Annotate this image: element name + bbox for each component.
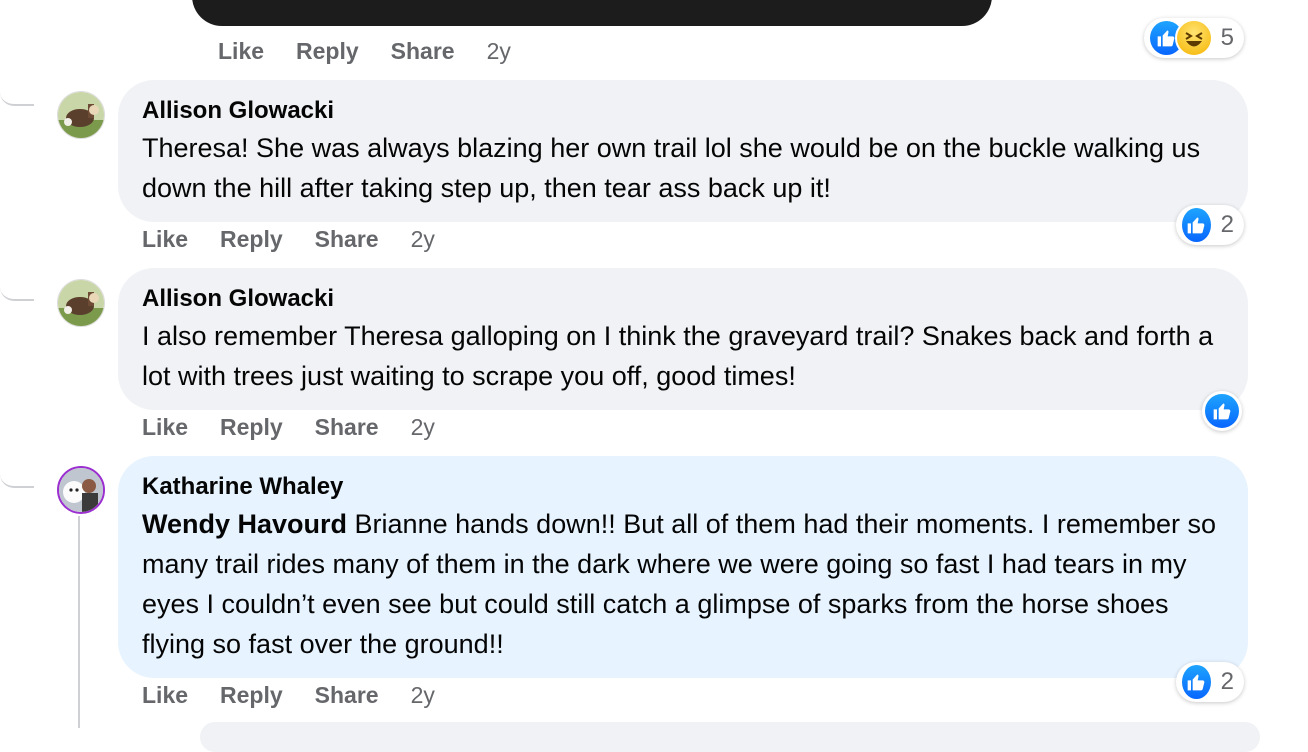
comment-action-row: Like Reply Share 2y: [142, 226, 435, 253]
thread-connector: [0, 285, 34, 301]
comment-body: Wendy Havourd Brianne hands down!! But a…: [142, 504, 1224, 664]
avatar[interactable]: [57, 466, 105, 514]
like-button[interactable]: Like: [142, 414, 188, 441]
thread-connector: [0, 90, 34, 106]
comment-text: Theresa! She was always blazing her own …: [142, 133, 1201, 203]
post-action-row: Like Reply Share 2y: [218, 38, 511, 65]
reaction-summary[interactable]: 2: [1176, 662, 1244, 702]
comment-bubble: Allison Glowacki I also remember Theresa…: [118, 268, 1248, 410]
haha-reaction-icon: [1174, 19, 1213, 57]
reaction-summary[interactable]: [1202, 391, 1242, 431]
reaction-count: 2: [1220, 668, 1234, 695]
share-button[interactable]: Share: [315, 682, 379, 709]
comment-author[interactable]: Allison Glowacki: [142, 284, 1224, 314]
reaction-count: 2: [1220, 211, 1234, 238]
reaction-count: 5: [1220, 24, 1234, 51]
timestamp[interactable]: 2y: [487, 38, 511, 65]
like-reaction-icon: [1180, 663, 1213, 701]
mention-link[interactable]: Wendy Havourd: [142, 509, 347, 539]
share-button[interactable]: Share: [315, 226, 379, 253]
reply-button[interactable]: Reply: [220, 682, 283, 709]
reaction-summary[interactable]: 5: [1144, 18, 1244, 58]
avatar[interactable]: [57, 279, 105, 327]
next-comment-bubble: [200, 722, 1260, 752]
comment-bubble: Allison Glowacki Theresa! She was always…: [118, 80, 1248, 222]
comment-bubble-highlighted: Katharine Whaley Wendy Havourd Brianne h…: [118, 456, 1248, 678]
reply-button[interactable]: Reply: [296, 38, 359, 65]
thread-connector: [0, 472, 34, 488]
timestamp[interactable]: 2y: [411, 414, 435, 441]
comment-author[interactable]: Allison Glowacki: [142, 96, 1224, 126]
reply-thread-line: [78, 516, 80, 728]
media-preview-card[interactable]: [192, 0, 992, 26]
comment-text: I also remember Theresa galloping on I t…: [142, 321, 1214, 391]
comment-author[interactable]: Katharine Whaley: [142, 472, 1224, 502]
reaction-summary[interactable]: 2: [1176, 205, 1244, 245]
like-reaction-icon: [1180, 206, 1213, 244]
comment-action-row: Like Reply Share 2y: [142, 682, 435, 709]
like-reaction-icon: [1203, 392, 1241, 430]
like-button[interactable]: Like: [142, 226, 188, 253]
like-button[interactable]: Like: [142, 682, 188, 709]
like-button[interactable]: Like: [218, 38, 264, 65]
timestamp[interactable]: 2y: [411, 682, 435, 709]
share-button[interactable]: Share: [315, 414, 379, 441]
avatar[interactable]: [57, 91, 105, 139]
reply-button[interactable]: Reply: [220, 226, 283, 253]
timestamp[interactable]: 2y: [411, 226, 435, 253]
comment-action-row: Like Reply Share 2y: [142, 414, 435, 441]
share-button[interactable]: Share: [391, 38, 455, 65]
reply-button[interactable]: Reply: [220, 414, 283, 441]
